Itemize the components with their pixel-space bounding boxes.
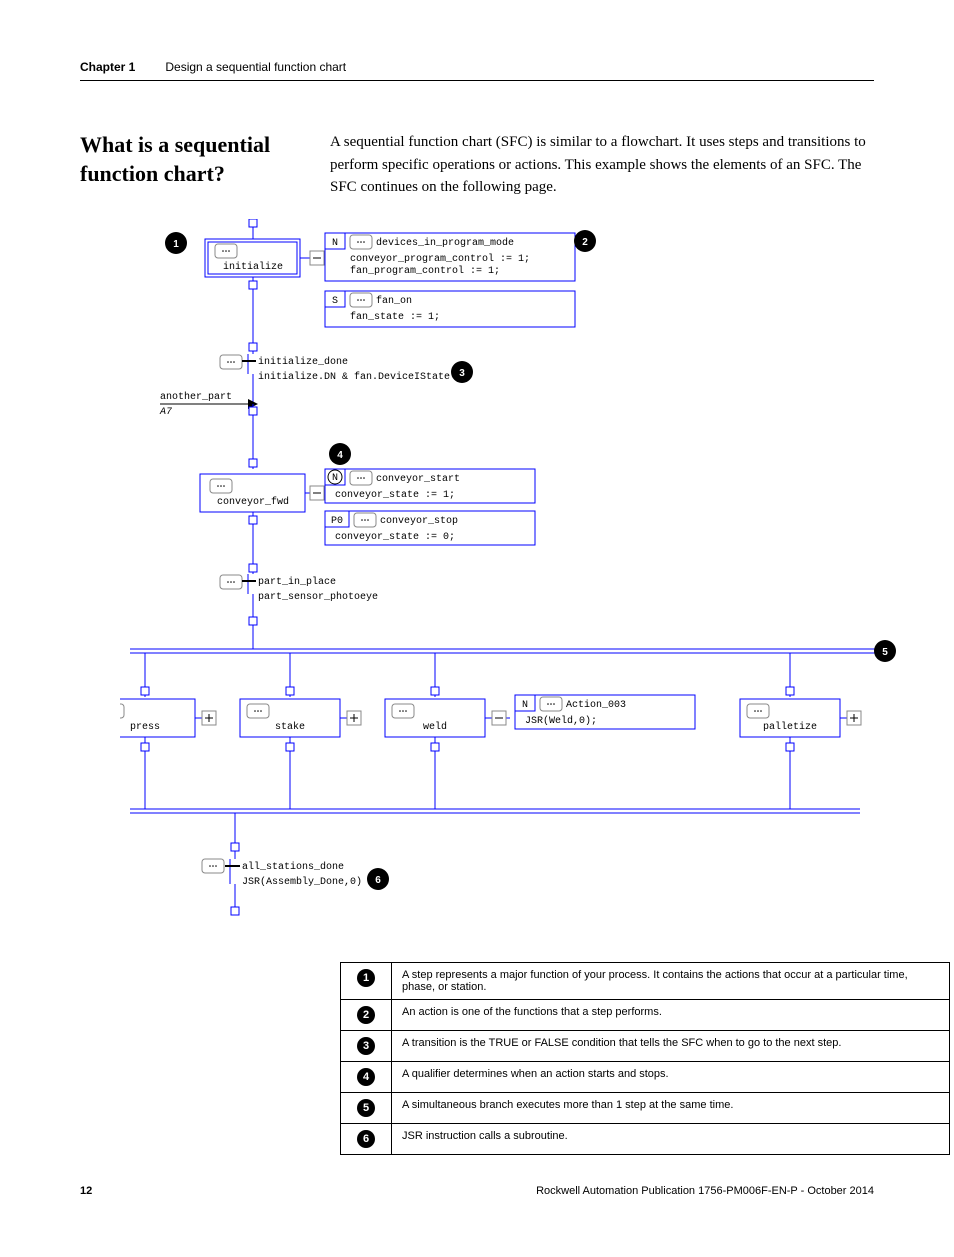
sfc-diagram: initialize 1 N devices_in_program_mode c… [120, 219, 874, 942]
step-conveyor-fwd-label: conveyor_fwd [217, 496, 289, 508]
another-part-label: another_part [160, 391, 232, 403]
trans-part-in-place-label: part_in_place [258, 576, 336, 588]
step-press-label: press [130, 722, 160, 733]
ellipsis-icon[interactable] [220, 575, 242, 589]
action-003-code: JSR(Weld,0); [525, 715, 597, 727]
legend-text: A step represents a major function of yo… [392, 962, 950, 999]
trans-all-stations-code: JSR(Assembly_Done,0) [242, 876, 362, 888]
legend-row: 1 A step represents a major function of y… [341, 962, 950, 999]
page-footer: 12 Rockwell Automation Publication 1756-… [80, 1185, 874, 1197]
ellipsis-icon[interactable] [747, 704, 769, 718]
page-number: 12 [80, 1185, 92, 1197]
ellipsis-icon[interactable] [210, 479, 232, 493]
ellipsis-icon[interactable] [247, 704, 269, 718]
trans-initialize-done-label: initialize_done [258, 356, 348, 368]
a7-label: A7 [159, 407, 172, 418]
ellipsis-icon[interactable] [202, 859, 224, 873]
action-003-label: Action_003 [566, 699, 626, 711]
ellipsis-icon[interactable] [540, 697, 562, 711]
legend-row: 4 A qualifier determines when an action s… [341, 1061, 950, 1092]
legend-text: JSR instruction calls a subroutine. [392, 1123, 950, 1154]
chapter-label: Chapter 1 [80, 60, 135, 74]
page-header: Chapter 1 Design a sequential function c… [80, 60, 874, 81]
legend-callout-4: 4 [357, 1068, 375, 1086]
section-row: What is a sequential function chart? A s… [80, 131, 874, 199]
expand-icon[interactable] [202, 711, 216, 725]
collapse-icon[interactable] [310, 486, 324, 500]
callout-5: 5 [882, 647, 888, 658]
legend-callout-2: 2 [357, 1006, 375, 1024]
action-devices-code2: fan_program_control := 1; [350, 265, 500, 277]
chapter-title: Design a sequential function chart [165, 60, 346, 74]
legend-row: 3 A transition is the TRUE or FALSE condi… [341, 1030, 950, 1061]
action-conveyor-stop-code: conveyor_state := 0; [335, 532, 455, 543]
legend-row: 5 A simultaneous branch executes more tha… [341, 1092, 950, 1123]
legend-row: 2 An action is one of the functions that … [341, 999, 950, 1030]
publication-info: Rockwell Automation Publication 1756-PM0… [536, 1185, 874, 1197]
action-fan-on-label: fan_on [376, 295, 412, 307]
callout-6: 6 [375, 875, 381, 886]
section-heading: What is a sequential function chart? [80, 131, 300, 199]
step-weld-label: weld [423, 721, 447, 733]
legend-callout-1: 1 [357, 969, 375, 987]
trans-initialize-done-code: initialize.DN & fan.DeviceIState [258, 371, 450, 383]
expand-icon[interactable] [847, 711, 861, 725]
qualifier-n-3: N [522, 700, 528, 711]
ellipsis-icon[interactable] [354, 513, 376, 527]
qualifier-s: S [332, 296, 338, 307]
section-body: A sequential function chart (SFC) is sim… [330, 131, 874, 199]
qualifier-n-2: N [332, 473, 338, 484]
ellipsis-icon[interactable] [220, 355, 242, 369]
callout-4: 4 [337, 450, 343, 461]
trans-all-stations-label: all_stations_done [242, 861, 344, 873]
action-conveyor-start-label: conveyor_start [376, 474, 460, 485]
step-palletize-label: palletize [763, 721, 817, 733]
legend-text: A transition is the TRUE or FALSE condit… [392, 1030, 950, 1061]
ellipsis-icon[interactable] [350, 471, 372, 485]
ellipsis-icon[interactable] [350, 235, 372, 249]
legend-callout-3: 3 [357, 1037, 375, 1055]
action-fan-on-code: fan_state := 1; [350, 311, 440, 323]
ellipsis-icon[interactable] [350, 293, 372, 307]
action-conveyor-start-code: conveyor_state := 1; [335, 490, 455, 501]
legend-callout-6: 6 [357, 1130, 375, 1148]
legend-text: A simultaneous branch executes more than… [392, 1092, 950, 1123]
expand-icon[interactable] [347, 711, 361, 725]
action-devices-label: devices_in_program_mode [376, 237, 514, 249]
qualifier-p0: P0 [331, 516, 343, 527]
ellipsis-icon[interactable] [392, 704, 414, 718]
ellipsis-icon[interactable] [120, 704, 124, 718]
legend-text: An action is one of the functions that a… [392, 999, 950, 1030]
step-initialize-label: initialize [223, 261, 283, 273]
legend-callout-5: 5 [357, 1099, 375, 1117]
callout-2: 2 [582, 237, 588, 248]
legend-table: 1 A step represents a major function of y… [340, 962, 950, 1155]
step-stake-label: stake [275, 721, 305, 733]
trans-part-in-place-code: part_sensor_photoeye [258, 591, 378, 603]
action-conveyor-stop-label: conveyor_stop [380, 516, 458, 527]
legend-text: A qualifier determines when an action st… [392, 1061, 950, 1092]
collapse-icon[interactable] [310, 251, 324, 265]
action-devices-code1: conveyor_program_control := 1; [350, 253, 530, 265]
legend-row: 6 JSR instruction calls a subroutine. [341, 1123, 950, 1154]
collapse-icon[interactable] [492, 711, 506, 725]
ellipsis-icon[interactable] [215, 244, 237, 258]
qualifier-n: N [332, 238, 338, 249]
callout-3: 3 [459, 368, 465, 379]
callout-1: 1 [173, 239, 179, 250]
